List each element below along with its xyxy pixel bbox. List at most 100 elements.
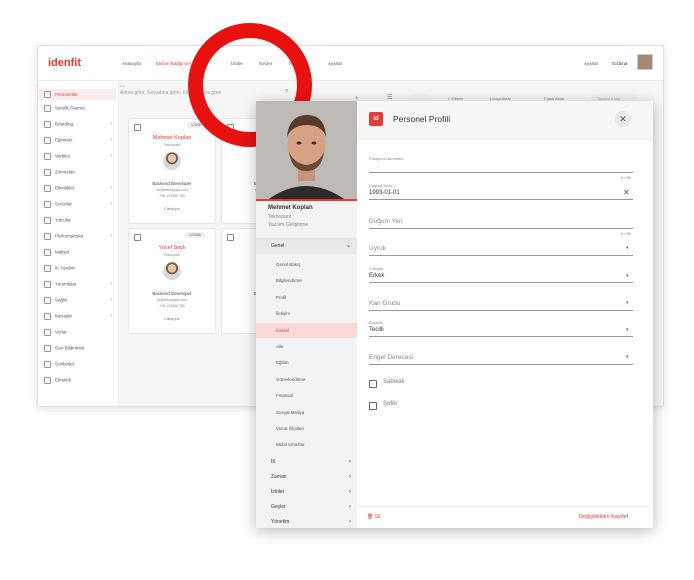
nav-anasayfa[interactable]: Anasayfa — [122, 61, 141, 66]
section-label: Geçler — [271, 503, 286, 510]
nav-ekibim[interactable]: Ekibim Bağlamım — [156, 61, 191, 66]
chevron-down-icon[interactable]: ▾ — [626, 245, 629, 251]
sidebar-item[interactable]: Mesajlar › — [44, 313, 116, 320]
sidebar-item[interactable]: Sohbetler — [44, 361, 116, 368]
employee-card[interactable]: 123456 Yucel Soylı Teknopark Backend Dev… — [128, 228, 216, 334]
section-menu: Genel ⌄ Genel Bakış Bilgilendirme Profil İlet… — [256, 101, 357, 528]
chevron-down-icon[interactable]: ▾ — [626, 354, 629, 360]
sidebar-item-label: Sandik Olarma — [55, 105, 85, 111]
sidebar-item[interactable]: Verbiler › — [44, 153, 116, 160]
clear-icon[interactable]: ✕ — [623, 188, 630, 197]
card-checkbox[interactable] — [227, 234, 234, 241]
card-status: Calışıyor — [164, 316, 180, 321]
chevron-right-icon: › — [110, 137, 112, 143]
nav-ayarlar[interactable]: Ayarlar — [328, 61, 342, 66]
card-role: Backend Developer — [152, 181, 192, 186]
user-name[interactable]: Gizbina — [612, 61, 627, 66]
sidebar-item[interactable]: Sağlık › — [44, 297, 116, 304]
right-link[interactable]: Ayarlar — [584, 61, 598, 66]
military-select[interactable]: Tecilli — [369, 327, 384, 333]
sidebar-item[interactable]: Vurlar — [44, 329, 116, 336]
section-item[interactable]: Geçler › — [256, 500, 357, 515]
card-company: Teknopark — [163, 253, 181, 257]
card-name[interactable]: Yucel Soylı — [129, 245, 215, 251]
save-button[interactable]: Değişiklikleri Kaydet — [579, 514, 628, 520]
subsection-item[interactable]: Aile — [256, 339, 357, 354]
section-item[interactable]: Yönetim › — [256, 515, 357, 528]
card-role: Backend Developer — [152, 291, 192, 296]
chevron-right-icon: › — [110, 153, 112, 159]
trash-icon: 🗑 — [367, 514, 375, 520]
birth-place-field[interactable]: Doğum Yeri — [369, 218, 403, 225]
subsection-item[interactable]: Bilgilendirme — [256, 273, 357, 288]
subsection-item[interactable]: Sosyal Medya — [256, 405, 357, 420]
section-item[interactable]: Genel ⌄ — [256, 239, 357, 254]
driver-checkbox[interactable] — [369, 402, 377, 410]
chevron-down-icon[interactable]: ▾ — [626, 300, 629, 306]
menu-icon — [44, 313, 51, 320]
sidebar-item[interactable]: Yorumlalar › — [44, 281, 116, 288]
gender-select[interactable]: Erkek — [369, 273, 384, 279]
employee-card[interactable]: 12345 Mehmet Koplan Teknopark Backend De… — [128, 118, 216, 224]
subsection-item[interactable]: Genel Bakış — [256, 257, 357, 272]
sidebar-item[interactable]: Sorunlar › — [44, 201, 116, 208]
menu-icon — [44, 217, 51, 224]
subsection-item[interactable]: İletişim — [256, 306, 357, 321]
subsection-item[interactable]: Finansal — [256, 388, 357, 403]
menu-icon — [44, 377, 51, 384]
sidebar-item[interactable]: Boarding › — [44, 121, 116, 128]
subsection-item[interactable]: Eğitim — [256, 355, 357, 370]
section-item[interactable]: İK › — [256, 455, 357, 470]
subsection-item[interactable]: Mobil Cihazlar — [256, 437, 357, 452]
disability-select[interactable]: Engel Derecesi — [369, 354, 413, 361]
search-small-label: Ara — [120, 84, 125, 88]
blood-group-select[interactable]: Kan Grubu — [369, 300, 400, 307]
chevron-down-icon[interactable]: ▾ — [626, 273, 629, 279]
section-label: Genel — [271, 243, 285, 249]
sidebar-item-label: Performanslar — [55, 233, 84, 239]
section-item[interactable]: Zaman › — [256, 470, 357, 485]
share-icon[interactable]: ⋔ — [355, 95, 358, 100]
sidebar-item[interactable]: Yolcular — [44, 217, 116, 224]
sidebar-item[interactable]: Geri Bildirimler — [44, 345, 116, 352]
sidebar-item[interactable]: Ekreklık — [44, 377, 116, 384]
chevron-right-icon: › — [110, 201, 112, 207]
criminal-record-checkbox[interactable] — [369, 380, 377, 388]
military-label: Askerlik — [369, 320, 384, 325]
sidebar: Personeller Sandik Olarma Boarding › Eğitiml… — [38, 81, 119, 406]
top-bar: idenfit Anasayfa Ekibim Bağlamım İzinler… — [38, 46, 663, 81]
sidebar-item[interactable]: Zimmetler — [44, 169, 116, 176]
sidebar-item[interactable]: Maliyet — [44, 249, 116, 256]
sidebar-item[interactable]: Eğitimler › — [44, 137, 116, 144]
chevron-right-icon: › — [110, 313, 112, 319]
card-name[interactable]: Mehmet Koplan — [129, 135, 215, 141]
subsection-item[interactable]: Görevlendirme — [256, 372, 357, 387]
birth-place-counter: 0 / 50 — [620, 231, 631, 236]
chevron-down-icon[interactable]: ▾ — [626, 327, 629, 333]
section-item[interactable]: İzinler › — [256, 485, 357, 500]
subsection-item[interactable]: Kisisel — [256, 322, 357, 338]
card-email: mk@teknopark.com — [156, 188, 188, 192]
sidebar-item[interactable]: Performanslar › — [44, 233, 116, 240]
card-checkbox[interactable] — [134, 234, 141, 241]
user-avatar[interactable] — [637, 54, 653, 70]
sidebar-item[interactable]: Etkinlikler › — [44, 185, 116, 192]
sidebar-item[interactable]: Personeller — [38, 89, 116, 100]
sidebar-item[interactable]: İK Yardimı — [44, 265, 116, 272]
birth-date-field[interactable]: 1993-01-01 — [369, 190, 400, 196]
card-checkbox[interactable] — [134, 124, 141, 131]
subsection-item[interactable]: Vücut Ölçüleri — [256, 421, 357, 436]
sidebar-item-label: Zimmetler — [55, 169, 75, 175]
sidebar-item-label: Vurlar — [55, 329, 67, 335]
nationality-select[interactable]: Uyruk — [369, 245, 386, 252]
subsection-item[interactable]: Profil — [256, 290, 357, 305]
delete-button[interactable]: 🗑 Sil — [367, 514, 380, 520]
list-view-icon[interactable]: ☰ — [387, 94, 392, 101]
sidebar-item-label: Etkinlikler — [55, 185, 75, 191]
close-button[interactable]: ✕ — [615, 111, 631, 127]
subsection-label: Kisisel — [276, 327, 290, 333]
avatar — [163, 262, 181, 280]
app-logo[interactable]: idenfit — [48, 57, 81, 69]
chevron-right-icon: › — [349, 458, 351, 465]
sidebar-item[interactable]: Sandik Olarma — [44, 105, 116, 112]
